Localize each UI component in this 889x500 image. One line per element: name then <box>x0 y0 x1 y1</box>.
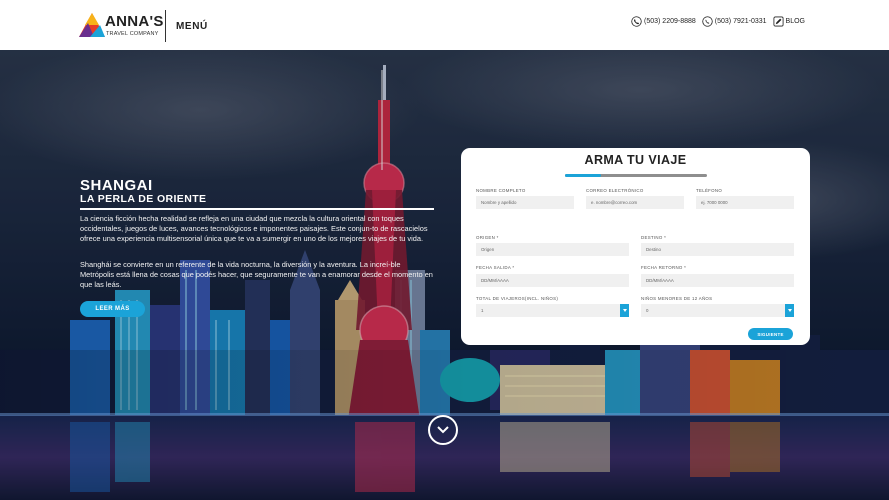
departure-label: FECHA SALIDA * <box>476 265 515 270</box>
return-label: FECHA RETORNO * <box>641 265 687 270</box>
contact-bar: (503) 2209-8888 (503) 7921-0331 BLOG <box>631 16 805 27</box>
destination-label: DESTINO * <box>641 235 667 240</box>
header-divider <box>165 10 166 42</box>
scroll-down-button[interactable] <box>428 415 458 445</box>
phone-link[interactable]: (503) 2209-8888 <box>631 16 696 27</box>
hero-divider <box>80 208 434 210</box>
departure-date-field[interactable]: DD/MM/AAAA <box>476 274 629 287</box>
name-label: NOMBRE COMPLETO <box>476 188 526 193</box>
return-date-field[interactable]: DD/MM/AAAA <box>641 274 794 287</box>
travelers-select[interactable]: 1 <box>476 304 629 317</box>
origin-field[interactable]: Origen <box>476 243 629 256</box>
hero-paragraph-1: La ciencia ficción hecha realidad se ref… <box>80 214 428 243</box>
children-select[interactable]: 0 <box>641 304 794 317</box>
whatsapp-text: (503) 7921-0331 <box>714 18 767 25</box>
whatsapp-link[interactable]: (503) 7921-0331 <box>702 16 767 27</box>
name-field[interactable]: Nombre y apellido <box>476 196 574 209</box>
children-value: 0 <box>646 308 649 313</box>
phone-text: (503) 2209-8888 <box>644 18 696 25</box>
email-label: CORREO ELECTRÓNICO <box>586 188 644 193</box>
blog-text: BLOG <box>785 18 805 25</box>
hero-paragraph-2: Shanghái se convierte en un referente de… <box>80 260 433 289</box>
logo-mark-icon <box>79 13 105 37</box>
travelers-dropdown-button[interactable] <box>620 304 629 317</box>
trip-form-card: ARMA TU VIAJE NOMBRE COMPLETO Nombre y a… <box>461 148 810 345</box>
blog-icon <box>773 16 784 27</box>
blog-link[interactable]: BLOG <box>773 16 805 27</box>
read-more-button[interactable]: LEER MÁS <box>80 301 145 317</box>
destination-field[interactable]: Destino <box>641 243 794 256</box>
logo[interactable]: ANNA'S TRAVEL COMPANY <box>78 9 163 43</box>
phone-icon <box>631 16 642 27</box>
children-dropdown-button[interactable] <box>785 304 794 317</box>
chevron-down-icon <box>787 309 792 312</box>
children-label: NIÑOS MENORES DE 12 AÑOS <box>641 296 713 301</box>
travelers-label: TOTAL DE VIAJEROS(INCL. NIÑOS) <box>476 296 559 301</box>
logo-tagline: TRAVEL COMPANY <box>106 31 159 37</box>
travelers-value: 1 <box>481 308 484 313</box>
origin-label: ORIGEN * <box>476 235 499 240</box>
hero-title: SHANGAI <box>80 177 153 194</box>
form-progress-fill <box>565 174 601 177</box>
form-progress-bar <box>565 174 707 177</box>
hero-subtitle: LA PERLA DE ORIENTE <box>80 193 207 205</box>
phone-field[interactable]: ej. 7000 0000 <box>696 196 794 209</box>
email-field[interactable]: e. nombre@correo.com <box>586 196 684 209</box>
whatsapp-icon <box>702 16 713 27</box>
chevron-down-icon <box>437 426 449 434</box>
site-header: ANNA'S TRAVEL COMPANY MENÚ (503) 2209-88… <box>0 0 889 50</box>
menu-button[interactable]: MENÚ <box>176 21 208 32</box>
logo-name: ANNA'S <box>105 13 164 30</box>
chevron-down-icon <box>622 309 627 312</box>
form-title: ARMA TU VIAJE <box>584 153 687 167</box>
phone-label: TELÉFONO <box>696 188 723 193</box>
next-button[interactable]: SIGUIENTE <box>748 328 793 340</box>
